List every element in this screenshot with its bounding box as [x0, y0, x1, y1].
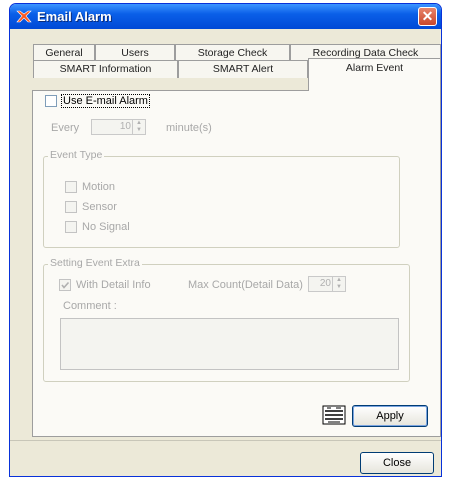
every-label: Every: [51, 122, 80, 134]
with-detail-info-checkbox[interactable]: [59, 279, 71, 291]
comment-label: Comment :: [63, 300, 117, 312]
close-icon[interactable]: ✕: [418, 7, 437, 26]
logo-icon: [322, 405, 346, 425]
sensor-label: Sensor: [82, 201, 117, 213]
every-unit-label: minute(s): [166, 122, 212, 134]
spinner-arrows-icon[interactable]: ▲ ▼: [332, 277, 345, 291]
event-type-legend: Event Type: [48, 149, 105, 161]
use-email-alarm-label[interactable]: Use E-mail Alarm: [61, 94, 150, 108]
setting-event-extra-legend: Setting Event Extra: [48, 257, 142, 269]
tab-smart-alert[interactable]: SMART Alert: [178, 60, 308, 78]
motion-checkbox[interactable]: [65, 181, 77, 193]
title-bar: Email Alarm ✕: [10, 4, 441, 29]
max-count-label: Max Count(Detail Data): [188, 279, 303, 291]
comment-textarea[interactable]: [60, 318, 399, 370]
checkmark-icon: [61, 281, 70, 289]
close-button[interactable]: Close: [360, 452, 434, 474]
divider: [10, 440, 441, 441]
spinner-arrows-icon[interactable]: ▲ ▼: [132, 120, 145, 134]
tab-smart-information[interactable]: SMART Information: [33, 60, 178, 78]
use-email-alarm-checkbox[interactable]: [45, 95, 57, 107]
no-signal-label: No Signal: [82, 221, 130, 233]
max-count-value: 20: [319, 278, 331, 289]
max-count-spinner[interactable]: 20 ▲ ▼: [308, 276, 346, 292]
every-spinner[interactable]: 10 ▲ ▼: [91, 119, 146, 135]
motion-label: Motion: [82, 181, 116, 193]
tab-alarm-event[interactable]: Alarm Event: [308, 58, 441, 91]
app-logo-icon: [16, 10, 32, 23]
window-title: Email Alarm: [37, 9, 112, 24]
every-value: 10: [119, 121, 131, 132]
no-signal-checkbox[interactable]: [65, 221, 77, 233]
apply-button[interactable]: Apply: [352, 405, 428, 427]
with-detail-info-label: With Detail Info: [76, 279, 151, 291]
sensor-checkbox[interactable]: [65, 201, 77, 213]
